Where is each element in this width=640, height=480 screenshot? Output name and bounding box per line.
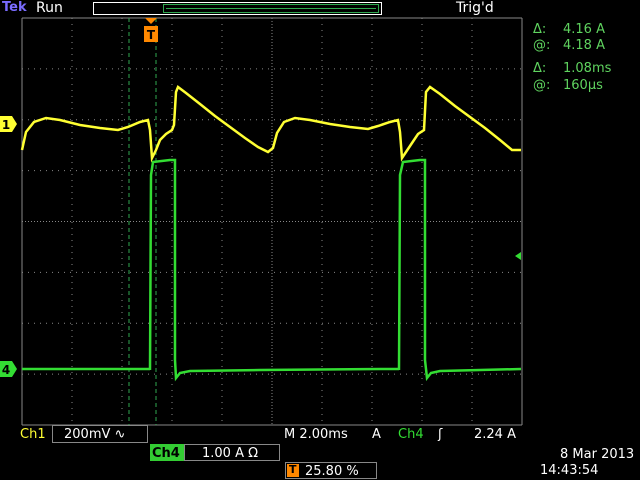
measure-at-label: @: bbox=[533, 38, 551, 53]
measure-delta-amplitude: 4.16 A bbox=[563, 22, 605, 37]
measure-at-time: 160µs bbox=[563, 78, 603, 93]
trigger-position-icon-label: T bbox=[289, 463, 297, 476]
oscilloscope-screen: Tek Run Trig'd T 1 4 Δ: 4.16 A @: 4.18 A… bbox=[0, 0, 640, 480]
measure-delta-time-label: Δ: bbox=[533, 61, 547, 76]
trigger-position-value: 25.80 % bbox=[305, 464, 359, 479]
trigger-source: Ch4 bbox=[398, 427, 424, 442]
measure-delta-label: Δ: bbox=[533, 22, 547, 37]
ch4-ground-marker[interactable]: 4 bbox=[0, 361, 17, 377]
trigger-type: A bbox=[372, 427, 381, 442]
ch4-label: Ch4 bbox=[152, 446, 180, 461]
ch1-ground-marker[interactable]: 1 bbox=[0, 116, 17, 132]
ch1-label: Ch1 bbox=[20, 427, 46, 442]
trigger-marker-label: T bbox=[147, 28, 156, 42]
svg-text:4: 4 bbox=[2, 363, 10, 377]
date-readout: 8 Mar 2013 bbox=[560, 447, 635, 462]
measure-at-time-label: @: bbox=[533, 78, 551, 93]
rising-edge-icon: ʃ bbox=[438, 427, 443, 442]
ch1-scale: 200mV ∿ bbox=[64, 427, 126, 442]
timebase-readout[interactable]: M 2.00ms bbox=[284, 428, 348, 441]
measure-at-amplitude: 4.18 A bbox=[563, 38, 605, 53]
time-readout: 14:43:54 bbox=[540, 463, 599, 478]
svg-text:1: 1 bbox=[2, 118, 10, 132]
ac-coupling-icon: ∿ bbox=[114, 427, 126, 442]
graticule bbox=[21, 17, 523, 426]
trigger-level-readout[interactable]: 2.24 A bbox=[474, 428, 516, 441]
measure-delta-time: 1.08ms bbox=[563, 61, 612, 76]
trigger-level-marker[interactable] bbox=[515, 252, 521, 260]
ch4-scale: 1.00 A Ω bbox=[202, 446, 259, 461]
